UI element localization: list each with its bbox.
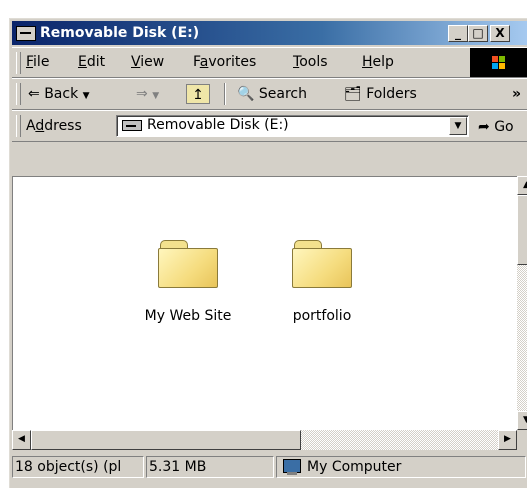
scroll-down-button[interactable]: ▼ xyxy=(517,411,527,430)
status-location: My Computer xyxy=(276,456,526,478)
status-bar: 18 object(s) (pl 5.31 MB My Computer xyxy=(12,454,527,480)
address-label: Address xyxy=(26,118,82,134)
menu-view[interactable]: View xyxy=(131,54,164,70)
drive-icon xyxy=(16,26,36,41)
status-location-label: My Computer xyxy=(307,459,402,475)
window-title: Removable Disk (E:) xyxy=(40,25,200,41)
address-grip[interactable] xyxy=(16,115,21,137)
drive-icon xyxy=(122,120,142,131)
go-arrow-icon: ➦ xyxy=(478,119,490,135)
up-folder-icon[interactable]: ↥ xyxy=(186,84,210,104)
vertical-scroll-thumb[interactable] xyxy=(517,195,527,265)
scroll-up-button[interactable]: ▲ xyxy=(517,176,527,195)
folder-icon xyxy=(292,240,352,288)
file-view[interactable]: My Web Site portfolio xyxy=(12,176,517,430)
back-arrow-icon: ⇐ xyxy=(28,86,40,102)
status-objects: 18 object(s) (pl xyxy=(12,456,144,478)
folder-item[interactable]: portfolio xyxy=(267,240,377,324)
menu-help[interactable]: Help xyxy=(362,54,394,70)
search-button[interactable]: 🔍 Search xyxy=(237,84,307,106)
computer-icon xyxy=(283,459,301,475)
go-button[interactable]: ➦ Go xyxy=(478,117,514,139)
folder-icon xyxy=(158,240,218,288)
menu-tools[interactable]: Tools xyxy=(293,54,328,70)
scroll-left-button[interactable]: ◀ xyxy=(12,430,31,450)
menu-bar: File Edit View Favorites Tools Help xyxy=(12,47,527,78)
menu-file[interactable]: File xyxy=(26,54,49,70)
address-bar: Address Removable Disk (E:) ▼ ➦ Go xyxy=(12,110,527,142)
address-value: Removable Disk (E:) xyxy=(147,117,289,133)
address-dropdown-button[interactable]: ▼ xyxy=(449,117,467,135)
menu-favorites[interactable]: Favorites xyxy=(193,54,256,70)
toolbar-separator xyxy=(224,83,226,105)
horizontal-scrollbar[interactable]: ◀ ▶ xyxy=(12,430,517,450)
menu-edit[interactable]: Edit xyxy=(78,54,105,70)
forward-arrow-icon: ⇒ xyxy=(136,86,148,102)
chevron-down-icon[interactable]: ▼ xyxy=(83,91,90,101)
toolbar-overflow-button[interactable]: » xyxy=(512,84,521,106)
toolbar: ⇐ Back ▼ ⇒ ▼ ↥ 🔍 Search 🗂 Folders » xyxy=(12,78,527,110)
title-bar[interactable]: Removable Disk (E:) _ □ X xyxy=(12,21,527,45)
toolbar-grip[interactable] xyxy=(16,83,21,105)
back-button[interactable]: ⇐ Back ▼ xyxy=(28,84,90,106)
windows-logo-icon xyxy=(470,48,527,77)
back-label: Back xyxy=(44,86,79,102)
search-label: Search xyxy=(258,86,307,102)
explorer-window: Removable Disk (E:) _ □ X File Edit View… xyxy=(8,17,527,488)
scrollbar-corner xyxy=(517,430,527,450)
folder-label: portfolio xyxy=(292,308,352,324)
close-button[interactable]: X xyxy=(490,25,510,42)
go-label: Go xyxy=(494,119,514,135)
chevron-down-icon[interactable]: ▼ xyxy=(152,91,159,101)
search-icon: 🔍 xyxy=(237,86,255,102)
scroll-right-button[interactable]: ▶ xyxy=(498,430,517,450)
folders-icon: 🗂 xyxy=(344,86,362,102)
maximize-button[interactable]: □ xyxy=(468,25,488,42)
folder-label: My Web Site xyxy=(144,308,232,324)
status-size: 5.31 MB xyxy=(146,456,274,478)
folder-item[interactable]: My Web Site xyxy=(133,240,243,324)
address-input[interactable]: Removable Disk (E:) ▼ xyxy=(116,115,469,137)
horizontal-scroll-thumb[interactable] xyxy=(31,430,301,450)
folders-button[interactable]: 🗂 Folders xyxy=(344,84,417,106)
folders-label: Folders xyxy=(366,86,417,102)
forward-button[interactable]: ⇒ ▼ xyxy=(136,84,159,106)
vertical-scrollbar[interactable]: ▲ ▼ xyxy=(517,176,527,430)
minimize-button[interactable]: _ xyxy=(448,25,468,42)
menu-grip[interactable] xyxy=(16,52,21,74)
